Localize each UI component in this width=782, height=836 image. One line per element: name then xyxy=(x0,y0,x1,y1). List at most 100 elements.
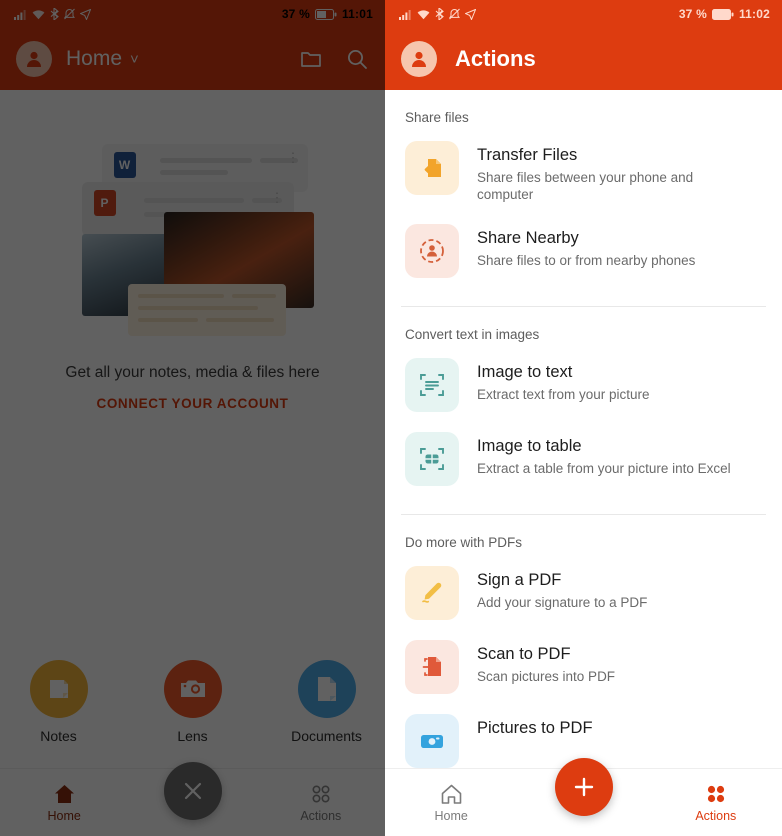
list-item-subtitle: Add your signature to a PDF xyxy=(477,594,648,610)
list-item-text: Pictures to PDF xyxy=(477,714,593,742)
quick-action-label: Documents xyxy=(291,728,362,744)
list-item-image-to-text[interactable]: Image to text Extract text from your pic… xyxy=(385,348,782,422)
list-item-text: Sign a PDF Add your signature to a PDF xyxy=(477,566,647,611)
quick-action-lens[interactable]: Lens xyxy=(145,660,241,744)
status-bar: 37 % 11:01 xyxy=(0,0,385,28)
list-item-subtitle: Share files between your phone and compu… xyxy=(477,169,694,203)
list-item-title: Sign a PDF xyxy=(477,571,562,590)
actions-list[interactable]: Share files Transfer Files Share files b… xyxy=(385,90,782,768)
connect-account-link[interactable]: CONNECT YOUR ACCOUNT xyxy=(96,396,288,411)
actions-app-bar: Actions xyxy=(385,28,782,90)
list-item-title: Image to table xyxy=(477,437,582,456)
transfer-files-icon xyxy=(405,141,459,195)
list-item-sign-a-pdf[interactable]: Sign a PDF Add your signature to a PDF xyxy=(385,556,782,630)
nav-label-home: Home xyxy=(47,808,81,823)
mute-icon xyxy=(449,8,460,20)
list-item-scan-to-pdf[interactable]: Scan to PDF Scan pictures into PDF xyxy=(385,630,782,704)
home-title-dropdown[interactable]: Home ˅ xyxy=(66,47,285,71)
chevron-down-icon: ˅ xyxy=(130,50,139,68)
section-convert-text: Convert text in images Image to text Ext… xyxy=(385,307,782,504)
search-icon[interactable] xyxy=(345,47,369,71)
document-icon xyxy=(297,660,356,718)
folder-icon[interactable] xyxy=(299,47,323,71)
bluetooth-icon xyxy=(435,6,444,22)
dual-screenshot: 37 % 11:01 Home ˅ ⋮ W ⋮ P Get all your n… xyxy=(0,0,782,836)
status-icons-right: 37 % 11:01 xyxy=(282,7,373,21)
avatar[interactable] xyxy=(401,41,437,77)
nav-item-home[interactable]: Home xyxy=(0,783,128,823)
left-phone-screen: 37 % 11:01 Home ˅ ⋮ W ⋮ P Get all your n… xyxy=(0,0,385,836)
wifi-icon xyxy=(32,9,45,20)
location-icon xyxy=(464,8,477,21)
powerpoint-file-badge: P xyxy=(93,190,116,216)
nav-item-actions[interactable]: Actions xyxy=(650,783,782,823)
list-item-subtitle: Extract text from your picture xyxy=(477,386,650,402)
page-title: Actions xyxy=(455,46,536,71)
nav-label-actions: Actions xyxy=(300,808,342,823)
list-item-subtitle: Extract a table from your picture into E… xyxy=(477,460,731,476)
nav-label-home: Home xyxy=(434,808,468,823)
home-app-bar: Home ˅ xyxy=(0,28,385,90)
quick-actions-row: Notes Lens Documents xyxy=(0,660,385,744)
sign-pdf-pen-icon xyxy=(405,566,459,621)
home-filled-icon xyxy=(53,783,76,805)
nav-label-actions: Actions xyxy=(695,808,737,823)
word-file-badge: W xyxy=(113,152,136,178)
plus-icon xyxy=(574,777,593,797)
battery-icon xyxy=(711,8,734,20)
quick-action-documents[interactable]: Documents xyxy=(279,660,375,744)
section-title: Share files xyxy=(405,110,469,125)
list-item-title: Image to text xyxy=(477,363,573,382)
scan-to-pdf-icon xyxy=(405,640,459,695)
home-empty-state: ⋮ W ⋮ P Get all your notes, media & file… xyxy=(0,90,385,768)
right-phone-screen: 37 % 11:02 Actions Share files Transfer … xyxy=(385,0,782,836)
battery-icon xyxy=(314,8,337,20)
quick-action-label: Lens xyxy=(177,728,208,744)
section-title: Do more with PDFs xyxy=(405,535,523,551)
list-item-share-nearby[interactable]: Share Nearby Share files to or from near… xyxy=(385,214,782,288)
list-item-text: Share Nearby Share files to or from near… xyxy=(477,224,695,269)
files-illustration: ⋮ W ⋮ P xyxy=(68,138,318,336)
wifi-icon xyxy=(417,9,430,20)
bottom-navigation: Home Actions xyxy=(385,758,782,836)
fab-create-button[interactable] xyxy=(554,758,613,816)
section-title: Convert text in images xyxy=(405,327,540,343)
close-icon xyxy=(184,782,201,800)
battery-percent: 37 % xyxy=(678,7,707,21)
list-item-subtitle: Share files to or from nearby phones xyxy=(477,252,696,268)
list-item-title: Scan to PDF xyxy=(477,645,571,664)
account-avatar-icon xyxy=(27,51,41,67)
status-icons-left xyxy=(14,6,92,22)
mute-icon xyxy=(64,8,75,20)
home-outline-icon xyxy=(440,783,463,805)
section-pdf-tools: Do more with PDFs Sign a PDF Add your si… xyxy=(385,515,782,768)
nav-item-actions[interactable]: Actions xyxy=(257,783,385,823)
status-bar: 37 % 11:02 xyxy=(385,0,782,28)
note-icon xyxy=(29,660,88,718)
empty-state-title: Get all your notes, media & files here xyxy=(65,364,320,381)
camera-icon xyxy=(163,660,222,718)
account-avatar-icon xyxy=(412,51,426,67)
clock-time: 11:02 xyxy=(738,7,770,21)
list-item-image-to-table[interactable]: Image to table Extract a table from your… xyxy=(385,422,782,496)
grid-dots-outline-icon xyxy=(310,783,332,805)
grid-dots-filled-icon xyxy=(705,783,727,805)
list-item-title: Transfer Files xyxy=(477,146,578,164)
section-share-files: Share files Transfer Files Share files b… xyxy=(385,90,782,296)
illustration-note-card xyxy=(127,284,286,336)
bluetooth-icon xyxy=(50,6,59,22)
list-item-text: Image to text Extract text from your pic… xyxy=(477,358,650,403)
status-icons-left xyxy=(399,6,477,22)
fab-close-button[interactable] xyxy=(163,762,222,820)
quick-action-label: Notes xyxy=(40,728,77,744)
status-icons-right: 37 % 11:02 xyxy=(679,7,770,21)
bottom-navigation: Home Actions xyxy=(0,762,385,836)
pictures-to-pdf-icon xyxy=(405,714,459,768)
clock-time: 11:01 xyxy=(341,7,373,21)
list-item-subtitle: Scan pictures into PDF xyxy=(477,668,616,684)
list-item-transfer-files[interactable]: Transfer Files Share files between your … xyxy=(385,131,782,214)
avatar[interactable] xyxy=(16,41,52,77)
quick-action-notes[interactable]: Notes xyxy=(11,660,107,744)
nav-item-home[interactable]: Home xyxy=(385,783,517,823)
image-to-text-icon xyxy=(405,358,459,413)
